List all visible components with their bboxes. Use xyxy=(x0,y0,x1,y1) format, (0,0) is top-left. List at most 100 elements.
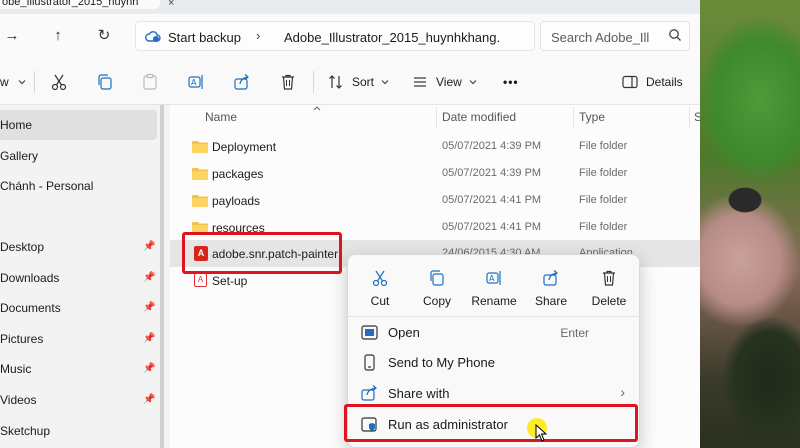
sidebar-scrollbar[interactable] xyxy=(160,105,164,448)
file-row-packages[interactable]: packages 05/07/2021 4:39 PM File folder xyxy=(170,160,700,187)
paste-button[interactable] xyxy=(141,71,159,93)
sidebar-item-videos[interactable]: Videos 📌 xyxy=(0,385,157,415)
breadcrumb-chevron-icon[interactable]: › xyxy=(256,28,260,43)
context-rename-button[interactable]: A Rename xyxy=(469,267,519,313)
desktop-background-photo xyxy=(700,0,800,448)
toolbar-divider xyxy=(34,71,35,93)
sidebar-item-pictures[interactable]: Pictures 📌 xyxy=(0,324,157,354)
menu-item-shortcut: Enter xyxy=(560,326,589,340)
menu-item-label: Send to My Phone xyxy=(388,355,495,370)
column-header-type[interactable]: Type xyxy=(579,110,605,124)
context-share-label: Share xyxy=(534,294,568,308)
phone-icon xyxy=(364,354,375,371)
new-button[interactable]: w xyxy=(0,71,27,93)
view-list-icon xyxy=(414,77,426,87)
svg-text:A: A xyxy=(191,78,197,87)
folder-icon xyxy=(192,168,208,180)
sidebar-item-home[interactable]: Home xyxy=(0,110,157,140)
sidebar-item-label: Videos xyxy=(0,393,37,407)
chevron-down-icon xyxy=(469,80,477,85)
svg-text:A: A xyxy=(489,274,495,283)
column-header-size[interactable]: S xyxy=(694,110,700,124)
file-name: Deployment xyxy=(212,140,277,154)
file-date: 05/07/2021 4:39 PM xyxy=(442,140,542,152)
sidebar-item-gallery[interactable]: Gallery xyxy=(0,141,157,171)
column-header-name[interactable]: Name xyxy=(205,110,237,124)
sidebar-item-documents[interactable]: Documents 📌 xyxy=(0,293,157,323)
file-name: Set-up xyxy=(212,274,248,288)
context-share-button[interactable]: Share xyxy=(526,267,576,313)
view-label: View xyxy=(436,75,462,89)
sort-ascending-icon xyxy=(313,106,321,111)
rename-icon: A xyxy=(188,75,203,89)
up-arrow-icon[interactable]: ↑ xyxy=(48,26,68,46)
refresh-icon[interactable]: ↻ xyxy=(94,26,114,46)
file-date: 05/07/2021 4:39 PM xyxy=(442,167,542,179)
title-bar: obe_Illustrator_2015_huynh × xyxy=(0,0,700,14)
menu-item-label: Share with xyxy=(388,386,450,401)
search-input[interactable]: Search Adobe_Ill xyxy=(551,30,649,45)
trash-icon xyxy=(603,270,615,286)
share-with-icon xyxy=(361,385,377,401)
share-icon xyxy=(543,270,558,286)
file-row-payloads[interactable]: payloads 05/07/2021 4:41 PM File folder xyxy=(170,187,700,214)
sidebar-item-onedrive[interactable]: Chánh - Personal xyxy=(0,171,157,201)
sidebar-item-sketchup[interactable]: Sketchup xyxy=(0,416,157,446)
file-name: packages xyxy=(212,167,264,181)
view-button[interactable]: View xyxy=(412,71,478,93)
tab-close-icon[interactable]: × xyxy=(168,0,174,9)
pin-icon[interactable]: 📌 xyxy=(143,354,155,384)
file-row-deployment[interactable]: Deployment 05/07/2021 4:39 PM File folde… xyxy=(170,133,700,160)
column-header-date[interactable]: Date modified xyxy=(442,110,516,124)
context-cut-button[interactable]: Cut xyxy=(355,267,405,313)
sidebar-item-label: Sketchup xyxy=(0,424,51,438)
sort-label: Sort xyxy=(352,75,375,89)
pin-icon[interactable]: 📌 xyxy=(143,324,155,354)
menu-item-label: Open xyxy=(388,325,420,340)
pin-icon[interactable]: 📌 xyxy=(143,293,155,323)
copy-button[interactable] xyxy=(96,71,114,93)
menu-item-send-to-phone[interactable]: Send to My Phone xyxy=(348,347,641,377)
scissors-icon xyxy=(51,74,67,91)
details-pane-button[interactable]: Details xyxy=(622,71,683,93)
pin-icon[interactable]: 📌 xyxy=(143,263,155,293)
pin-icon[interactable]: 📌 xyxy=(143,232,155,262)
new-button-label: w xyxy=(0,75,9,89)
file-name: payloads xyxy=(212,194,261,208)
share-button[interactable] xyxy=(233,71,251,93)
more-options-button[interactable]: ••• xyxy=(503,71,519,93)
search-icon xyxy=(669,29,681,41)
forward-arrow-icon[interactable]: → xyxy=(2,26,22,46)
address-bar[interactable]: Start backup › Adobe_Illustrator_2015_hu… xyxy=(135,21,535,51)
trash-icon xyxy=(282,74,294,90)
explorer-tab[interactable]: obe_Illustrator_2015_huynh xyxy=(0,0,160,9)
cut-button[interactable] xyxy=(50,71,68,93)
copy-icon xyxy=(98,74,112,90)
context-delete-button[interactable]: Delete xyxy=(584,267,634,313)
sidebar-item-label: Pictures xyxy=(0,332,44,346)
command-bar: w A Sort View ••• Details xyxy=(0,59,700,105)
context-copy-button[interactable]: Copy xyxy=(412,267,462,313)
menu-item-open[interactable]: Open Enter xyxy=(348,317,641,347)
sidebar-item-label: Documents xyxy=(0,301,61,315)
sidebar-item-label: Home xyxy=(0,118,33,132)
chevron-down-icon xyxy=(18,80,26,85)
column-divider[interactable] xyxy=(436,107,437,129)
delete-button[interactable] xyxy=(279,71,297,93)
rename-button[interactable]: A xyxy=(187,71,205,93)
breadcrumb-folder[interactable]: Adobe_Illustrator_2015_huynhkhang. xyxy=(284,30,500,45)
column-divider[interactable] xyxy=(689,107,690,129)
sort-button[interactable]: Sort xyxy=(328,71,390,93)
sidebar-item-music[interactable]: Music 📌 xyxy=(0,354,157,384)
sidebar-item-desktop[interactable]: Desktop 📌 xyxy=(0,232,157,262)
breadcrumb-start-backup[interactable]: Start backup xyxy=(168,30,241,45)
pin-icon[interactable]: 📌 xyxy=(143,385,155,415)
navigation-bar: → ↑ ↻ Start backup › Adobe_Illustrator_2… xyxy=(0,14,700,59)
copy-icon xyxy=(430,270,444,286)
chevron-down-icon xyxy=(381,80,389,85)
sidebar-item-downloads[interactable]: Downloads 📌 xyxy=(0,263,157,293)
file-type: File folder xyxy=(579,194,628,206)
search-box[interactable]: Search Adobe_Ill xyxy=(540,21,690,51)
file-type: File folder xyxy=(579,140,628,152)
column-divider[interactable] xyxy=(573,107,574,129)
